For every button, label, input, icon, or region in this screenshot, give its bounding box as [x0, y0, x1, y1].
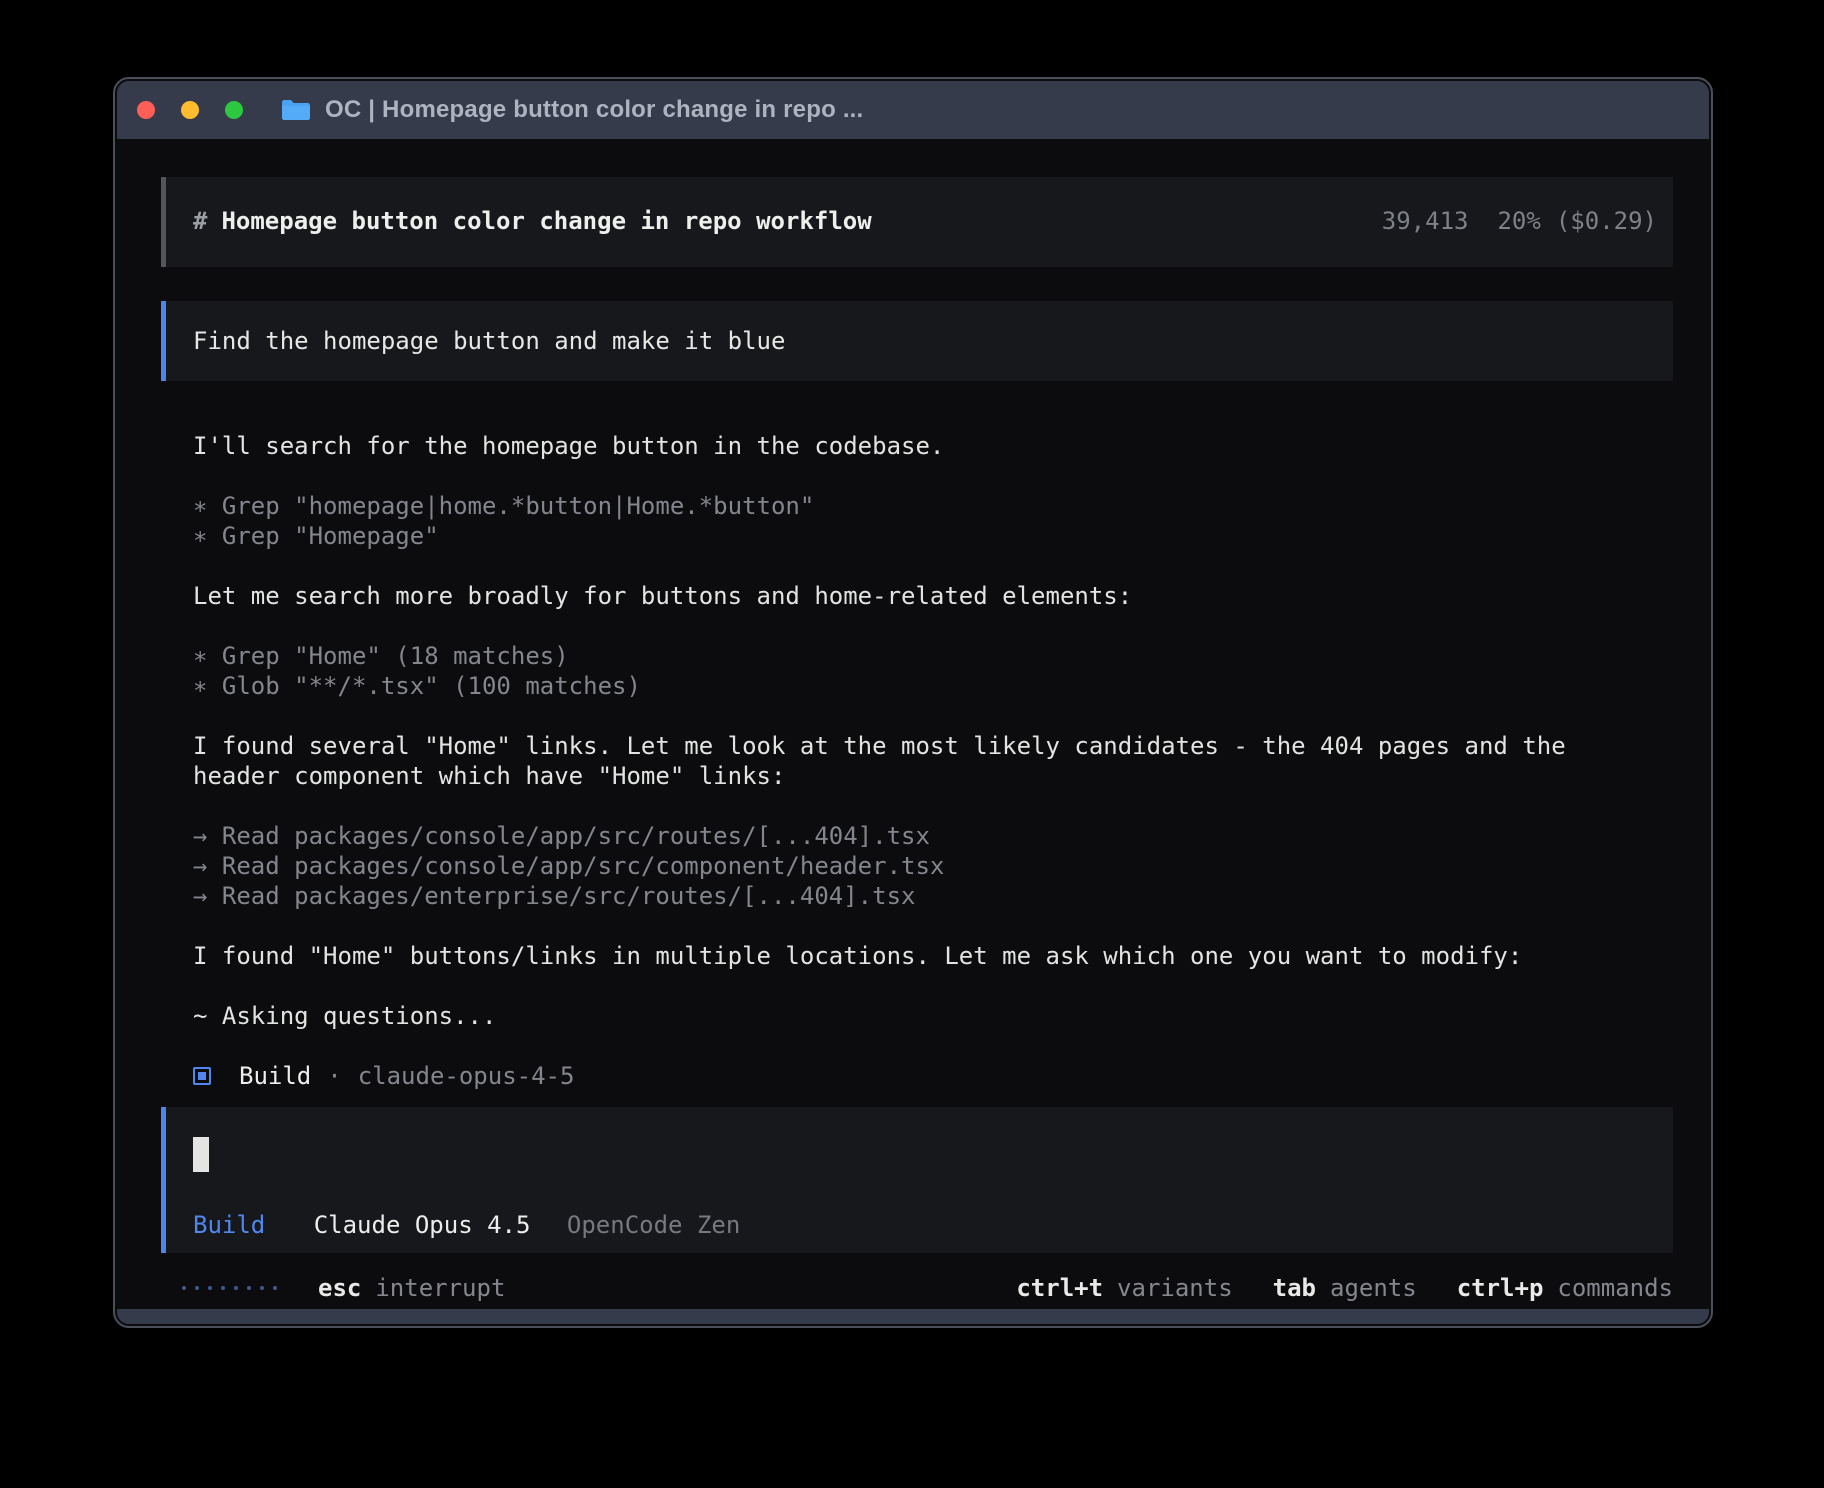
close-button[interactable]: [137, 101, 155, 119]
status-bar: esc interrupt ctrl+t variants tab agents ct…: [161, 1273, 1673, 1303]
prompt-input-footer: Build Claude Opus 4.5 OpenCode Zen: [193, 1210, 1646, 1240]
terminal-window: OC | Homepage button color change in rep…: [115, 79, 1711, 1326]
spinner-dot: [182, 1286, 186, 1290]
folder-icon: [281, 98, 311, 122]
spinner-dots: [182, 1286, 277, 1290]
session-hash: #: [193, 207, 207, 235]
tool-call-line: ∗ Grep "Home" (18 matches): [193, 641, 1638, 671]
tool-call-group: ∗ Grep "homepage|home.*button|Home.*butt…: [193, 491, 1638, 551]
agent-model: claude-opus-4-5: [358, 1061, 575, 1091]
terminal-content: # Homepage button color change in repo wo…: [117, 139, 1709, 1309]
assistant-paragraph: Let me search more broadly for buttons a…: [193, 581, 1638, 611]
spinner-dot: [247, 1286, 251, 1290]
text-cursor: [193, 1137, 209, 1172]
minimize-button[interactable]: [181, 101, 199, 119]
user-message-panel: Find the homepage button and make it blu…: [161, 301, 1673, 381]
input-agent-label[interactable]: Build: [193, 1211, 265, 1239]
session-title: Homepage button color change in repo wor…: [221, 207, 871, 235]
traffic-lights: [137, 101, 243, 119]
spinner-dot: [260, 1286, 264, 1290]
ctrl-t-key: ctrl+t: [1016, 1274, 1103, 1302]
spinner-dot: [234, 1286, 238, 1290]
input-provider-label: OpenCode Zen: [567, 1211, 740, 1239]
tab-key: tab: [1273, 1274, 1316, 1302]
session-context-percent: 20%: [1497, 207, 1540, 235]
spinner-dot: [195, 1286, 199, 1290]
agent-status-line: Build · claude-opus-4-5: [193, 1061, 1638, 1091]
interrupt-hint[interactable]: esc interrupt: [318, 1273, 505, 1303]
session-header-panel: # Homepage button color change in repo wo…: [161, 177, 1673, 267]
ctrl-p-key: ctrl+p: [1457, 1274, 1544, 1302]
agent-name: Build: [239, 1061, 311, 1091]
agents-hint[interactable]: tab agents: [1273, 1273, 1417, 1303]
tool-call-line: → Read packages/enterprise/src/routes/[.…: [193, 881, 1638, 911]
titlebar[interactable]: OC | Homepage button color change in rep…: [117, 81, 1709, 139]
tool-call-line: ∗ Glob "**/*.tsx" (100 matches): [193, 671, 1638, 701]
esc-key: esc: [318, 1274, 361, 1302]
user-message-text: Find the homepage button and make it blu…: [193, 327, 785, 355]
status-bar-right: ctrl+t variants tab agents ctrl+p commands: [1016, 1273, 1673, 1303]
spinner-dot: [221, 1286, 225, 1290]
status-bar-left: esc interrupt: [161, 1273, 505, 1303]
tool-call-group: → Read packages/console/app/src/routes/[…: [193, 821, 1638, 911]
agents-label: agents: [1330, 1274, 1417, 1302]
session-tokens: 39,413: [1382, 207, 1469, 235]
interrupt-label: interrupt: [375, 1274, 505, 1302]
session-title-group: # Homepage button color change in repo wo…: [193, 206, 872, 236]
spinner-dot: [273, 1286, 277, 1290]
conversation: I'll search for the homepage button in t…: [193, 431, 1638, 1091]
commands-label: commands: [1557, 1274, 1673, 1302]
assistant-paragraph: I found several "Home" links. Let me loo…: [193, 731, 1638, 791]
prompt-input-panel[interactable]: Build Claude Opus 4.5 OpenCode Zen: [161, 1107, 1673, 1253]
input-model-label[interactable]: Claude Opus 4.5: [314, 1211, 531, 1239]
zoom-button[interactable]: [225, 101, 243, 119]
separator-dot: ·: [327, 1061, 341, 1091]
assistant-paragraph: I found "Home" buttons/links in multiple…: [193, 941, 1638, 971]
assistant-paragraph: I'll search for the homepage button in t…: [193, 431, 1638, 461]
variants-hint[interactable]: ctrl+t variants: [1016, 1273, 1232, 1303]
session-stats: 39,413 20% ($0.29): [1382, 206, 1657, 236]
tool-call-line: → Read packages/console/app/src/routes/[…: [193, 821, 1638, 851]
tool-call-line: ∗ Grep "Homepage": [193, 521, 1638, 551]
window-bottom-edge: [117, 1309, 1709, 1324]
tool-call-line: ∗ Grep "homepage|home.*button|Home.*butt…: [193, 491, 1638, 521]
window-title: OC | Homepage button color change in rep…: [325, 96, 863, 124]
commands-hint[interactable]: ctrl+p commands: [1457, 1273, 1673, 1303]
assistant-status-text: ~ Asking questions...: [193, 1001, 1638, 1031]
spinner-dot: [208, 1286, 212, 1290]
tool-call-group: ∗ Grep "Home" (18 matches) ∗ Glob "**/*.…: [193, 641, 1638, 701]
variants-label: variants: [1117, 1274, 1233, 1302]
build-agent-icon: [193, 1067, 211, 1085]
prompt-input-line[interactable]: [193, 1137, 1646, 1179]
tool-call-line: → Read packages/console/app/src/componen…: [193, 851, 1638, 881]
session-cost: ($0.29): [1556, 207, 1657, 235]
